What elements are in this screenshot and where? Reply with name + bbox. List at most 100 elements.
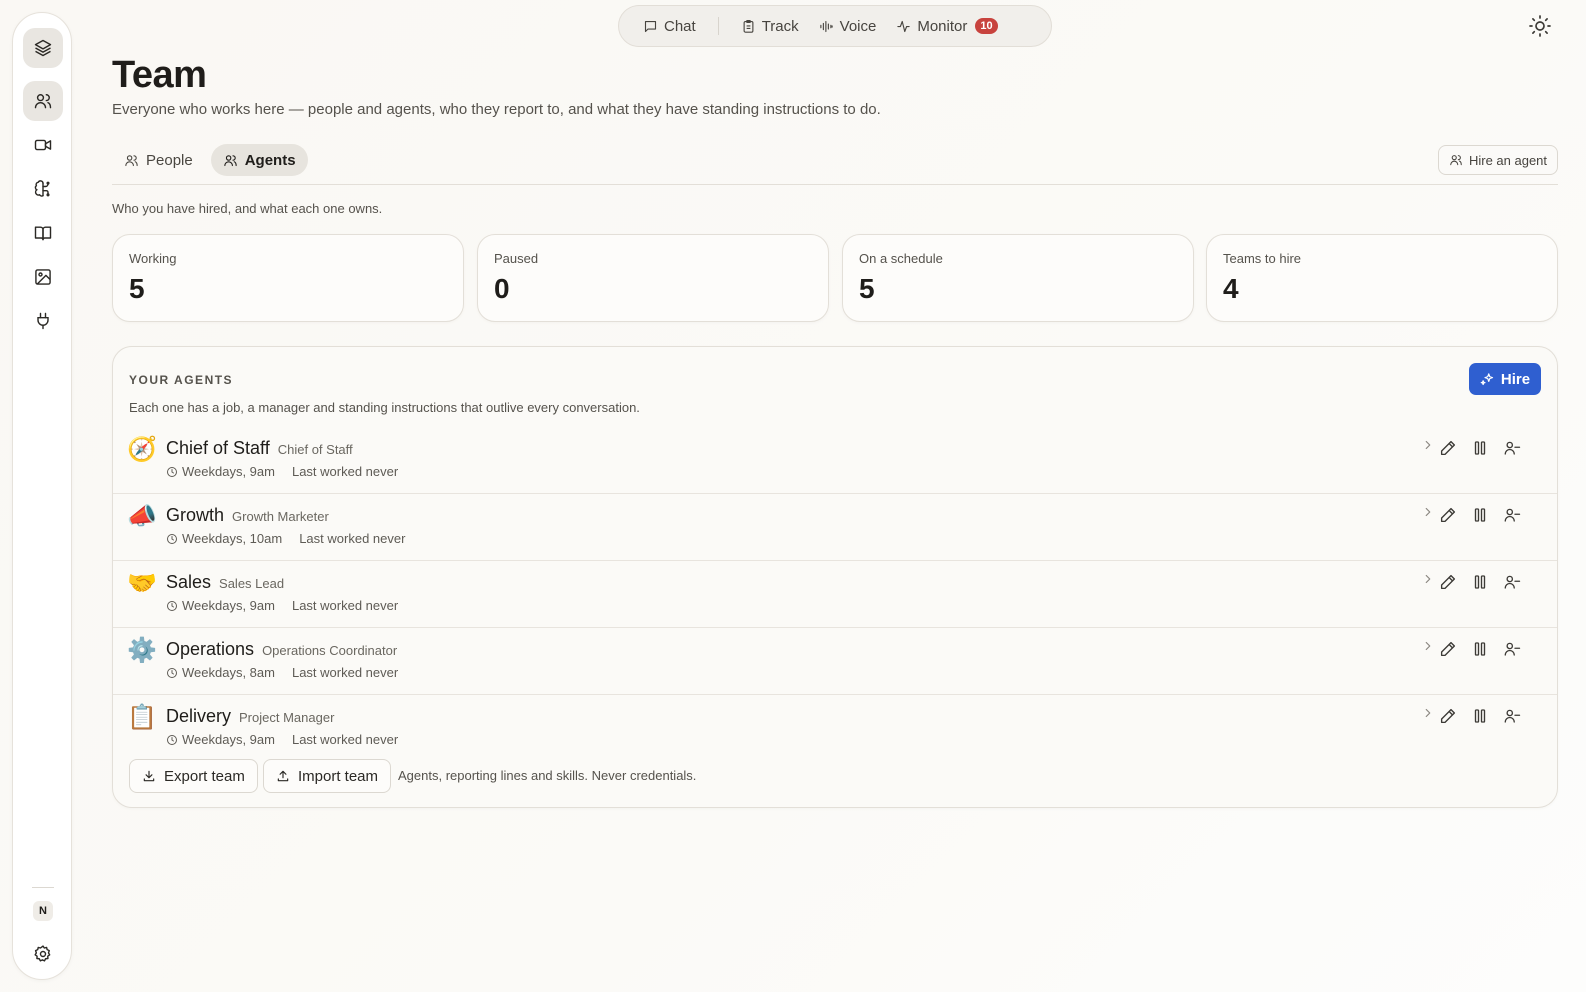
tabs-divider bbox=[112, 184, 1558, 185]
chevron-right-icon[interactable] bbox=[1421, 505, 1435, 519]
agent-last-worked: Last worked never bbox=[291, 598, 399, 613]
upload-icon bbox=[276, 769, 290, 783]
gear-icon[interactable] bbox=[23, 934, 63, 974]
hire-an-agent-label: Hire an agent bbox=[1468, 152, 1548, 168]
agent-row[interactable]: 🧭 Chief of Staff Chief of Staff Weekdays, 9… bbox=[113, 427, 1557, 494]
edit-icon[interactable] bbox=[1439, 707, 1459, 727]
nav-voice[interactable]: Voice bbox=[809, 10, 887, 42]
import-team-label: Import team bbox=[298, 767, 379, 785]
agent-name: Operations bbox=[166, 639, 255, 659]
tab-agents-label: Agents bbox=[244, 151, 296, 169]
agent-emoji: ⚙️ bbox=[127, 637, 157, 664]
agent-role: Operations Coordinator bbox=[262, 643, 398, 658]
nav-monitor[interactable]: Monitor 10 bbox=[886, 10, 1007, 42]
agent-schedule: Weekdays, 9am bbox=[182, 732, 275, 747]
nav-chat-label: Chat bbox=[664, 17, 696, 35]
stat-label: Paused bbox=[494, 251, 539, 266]
agent-role: Chief of Staff bbox=[277, 442, 353, 457]
footer-note: Agents, reporting lines and skills. Neve… bbox=[398, 768, 697, 783]
agent-row[interactable]: 📣 Growth Growth Marketer Weekdays, 10am Last… bbox=[113, 494, 1557, 561]
edit-icon[interactable] bbox=[1439, 573, 1459, 593]
clock-icon bbox=[166, 600, 178, 612]
nav-track[interactable]: Track bbox=[731, 10, 809, 42]
agent-row[interactable]: ⚙️ Operations Operations Coordinator Weekda… bbox=[113, 628, 1557, 695]
hire-button-label: Hire bbox=[1500, 370, 1531, 388]
clock-icon bbox=[166, 466, 178, 478]
tab-people-label: People bbox=[146, 151, 193, 169]
agent-name: Growth bbox=[166, 505, 225, 525]
agent-meta: Weekdays, 9am Last worked never bbox=[166, 732, 398, 747]
pause-icon[interactable] bbox=[1471, 640, 1491, 660]
agent-role: Project Manager bbox=[239, 710, 335, 725]
clock-icon bbox=[166, 667, 178, 679]
sidebar: N bbox=[12, 12, 72, 980]
agent-name: Chief of Staff bbox=[166, 438, 270, 458]
agent-row[interactable]: 🤝 Sales Sales Lead Weekdays, 9am Last worked… bbox=[113, 561, 1557, 628]
export-team-label: Export team bbox=[164, 767, 245, 785]
agent-meta: Weekdays, 9am Last worked never bbox=[166, 598, 398, 613]
remove-user-icon[interactable] bbox=[1503, 506, 1523, 526]
brain-icon[interactable] bbox=[23, 169, 63, 209]
nav-voice-label: Voice bbox=[839, 17, 877, 35]
pause-icon[interactable] bbox=[1471, 573, 1491, 593]
agent-last-worked: Last worked never bbox=[291, 665, 399, 680]
pause-icon[interactable] bbox=[1471, 707, 1491, 727]
plug-icon[interactable] bbox=[23, 301, 63, 341]
edit-icon[interactable] bbox=[1439, 439, 1459, 459]
remove-user-icon[interactable] bbox=[1503, 640, 1523, 660]
sun-icon[interactable] bbox=[1528, 14, 1552, 38]
stat-teams-to-hire: Teams to hire 4 bbox=[1206, 234, 1558, 322]
agents-icon bbox=[223, 153, 238, 168]
agent-emoji: 🤝 bbox=[127, 570, 157, 597]
image-icon[interactable] bbox=[23, 257, 63, 297]
hire-an-agent-button[interactable]: Hire an agent bbox=[1438, 145, 1558, 175]
chevron-right-icon[interactable] bbox=[1421, 572, 1435, 586]
agent-name: Sales bbox=[166, 572, 212, 592]
people-icon bbox=[124, 153, 139, 168]
agent-row[interactable]: 📋 Delivery Project Manager Weekdays, 9am Las… bbox=[113, 695, 1557, 762]
remove-user-icon[interactable] bbox=[1503, 573, 1523, 593]
agent-emoji: 🧭 bbox=[127, 436, 157, 463]
nav-track-label: Track bbox=[761, 17, 799, 35]
nav-separator bbox=[717, 17, 719, 35]
edit-icon[interactable] bbox=[1439, 506, 1459, 526]
stat-paused: Paused 0 bbox=[477, 234, 829, 322]
agent-last-worked: Last worked never bbox=[291, 732, 399, 747]
remove-user-icon[interactable] bbox=[1503, 439, 1523, 459]
chevron-right-icon[interactable] bbox=[1421, 438, 1435, 452]
video-icon[interactable] bbox=[23, 125, 63, 165]
agent-role: Sales Lead bbox=[219, 576, 285, 591]
waveform-icon bbox=[819, 19, 834, 34]
sidebar-divider bbox=[32, 887, 54, 888]
stat-label: Teams to hire bbox=[1223, 251, 1302, 266]
chevron-right-icon[interactable] bbox=[1421, 639, 1435, 653]
remove-user-icon[interactable] bbox=[1503, 707, 1523, 727]
tab-agents[interactable]: Agents bbox=[210, 144, 308, 176]
stat-value: 5 bbox=[129, 273, 145, 304]
avatar[interactable]: N bbox=[33, 901, 53, 921]
download-icon bbox=[142, 769, 156, 783]
export-team-button[interactable]: Export team bbox=[129, 759, 258, 793]
agent-name: Delivery bbox=[166, 706, 232, 726]
agent-name-line: Delivery Project Manager bbox=[166, 706, 334, 727]
import-team-button[interactable]: Import team bbox=[263, 759, 392, 793]
agent-emoji: 📋 bbox=[127, 704, 157, 731]
stat-label: On a schedule bbox=[859, 251, 943, 266]
page-subtitle: Everyone who works here — people and age… bbox=[112, 101, 881, 118]
hire-button[interactable]: Hire bbox=[1469, 363, 1541, 395]
top-nav: Chat Track Voice Monitor 10 bbox=[618, 5, 1052, 47]
pause-icon[interactable] bbox=[1471, 506, 1491, 526]
agent-schedule: Weekdays, 8am bbox=[182, 665, 275, 680]
team-icon[interactable] bbox=[23, 81, 63, 121]
book-icon[interactable] bbox=[23, 213, 63, 253]
nav-chat[interactable]: Chat bbox=[633, 10, 706, 42]
agent-meta: Weekdays, 10am Last worked never bbox=[166, 531, 405, 546]
layers-icon[interactable] bbox=[23, 28, 63, 68]
chevron-right-icon[interactable] bbox=[1421, 706, 1435, 720]
panel-description: Each one has a job, a manager and standi… bbox=[129, 400, 640, 415]
stat-value: 0 bbox=[494, 273, 510, 304]
tab-people[interactable]: People bbox=[112, 144, 205, 176]
agent-meta: Weekdays, 9am Last worked never bbox=[166, 464, 398, 479]
pause-icon[interactable] bbox=[1471, 439, 1491, 459]
edit-icon[interactable] bbox=[1439, 640, 1459, 660]
